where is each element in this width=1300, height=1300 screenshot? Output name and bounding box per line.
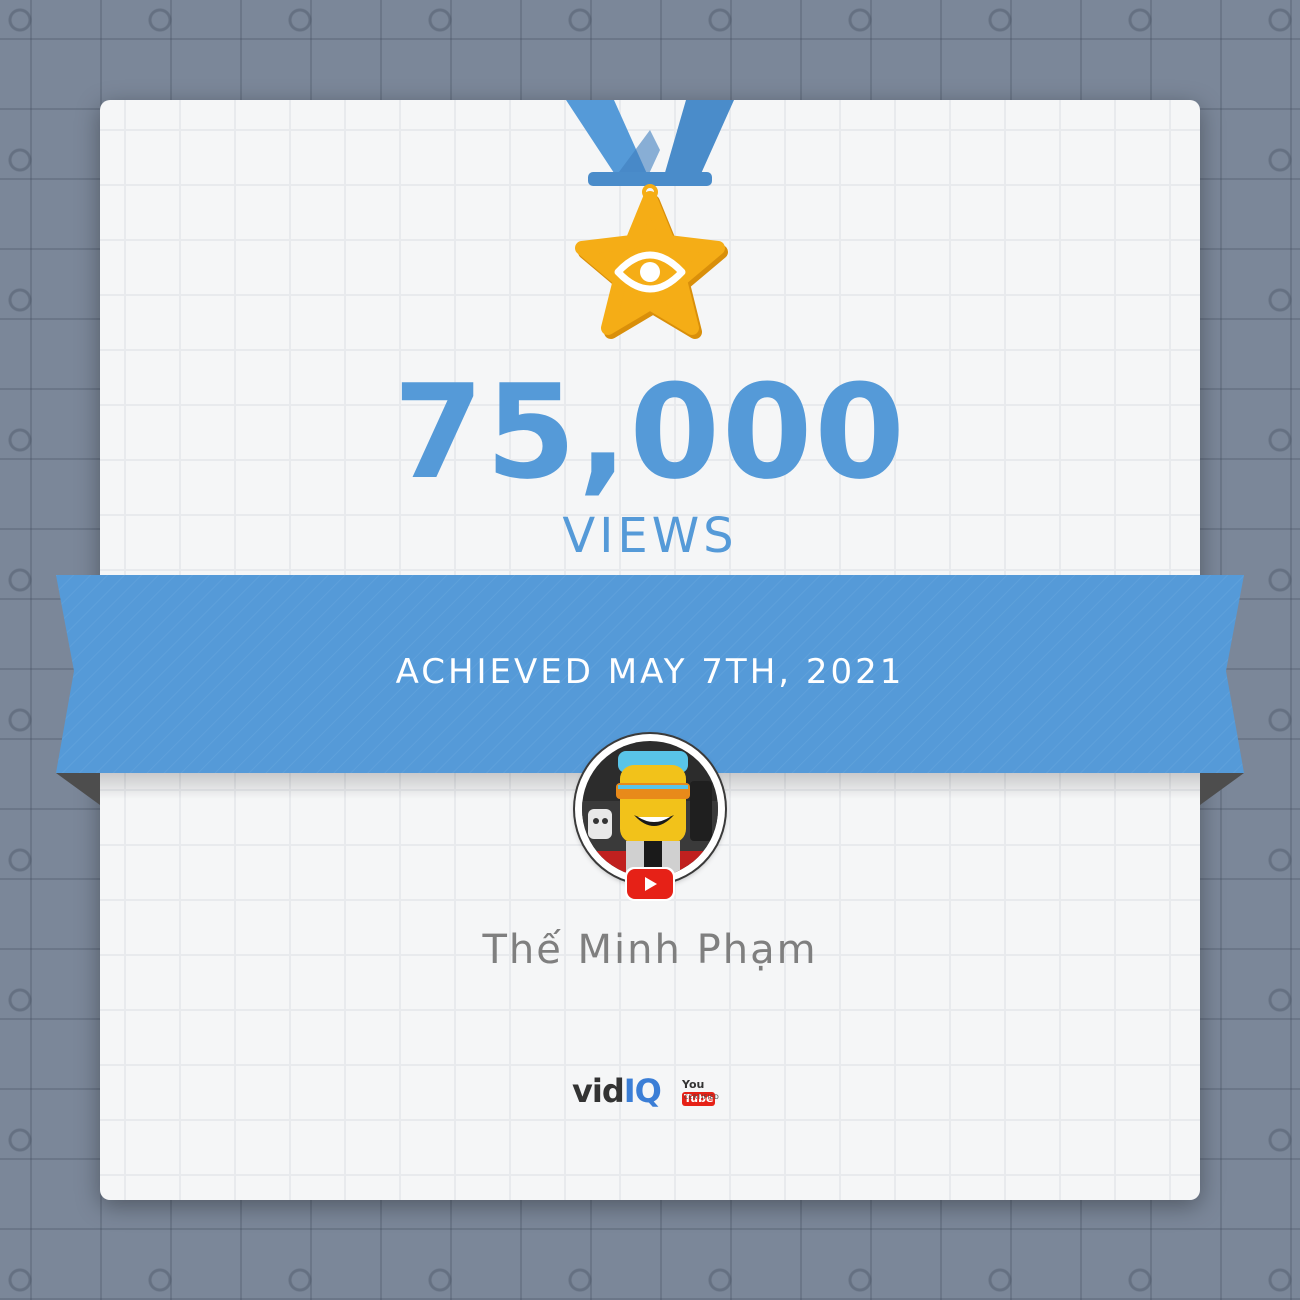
achieved-date: ACHIEVED MAY 7TH, 2021 <box>395 652 905 692</box>
milestone-unit: VIEWS <box>562 508 738 564</box>
milestone-count: 75,000 <box>393 356 907 508</box>
vidiq-logo: vidIQ YouTube CERTIFIED <box>572 1068 732 1118</box>
youtube-certified-badge: YouTube CERTIFIED <box>682 1078 720 1106</box>
channel-name: Thế Minh Phạm <box>482 927 818 973</box>
youtube-play-icon <box>625 867 675 901</box>
vidiq-wordmark: vidIQ <box>572 1072 662 1110</box>
roblox-avatar-image <box>582 741 718 877</box>
milestone-card: 75,000 VIEWS ACHIEVED MAY 7TH, 2021 Thế … <box>56 100 1244 1200</box>
channel-avatar-frame[interactable] <box>575 734 725 901</box>
medal-icon <box>566 100 734 339</box>
